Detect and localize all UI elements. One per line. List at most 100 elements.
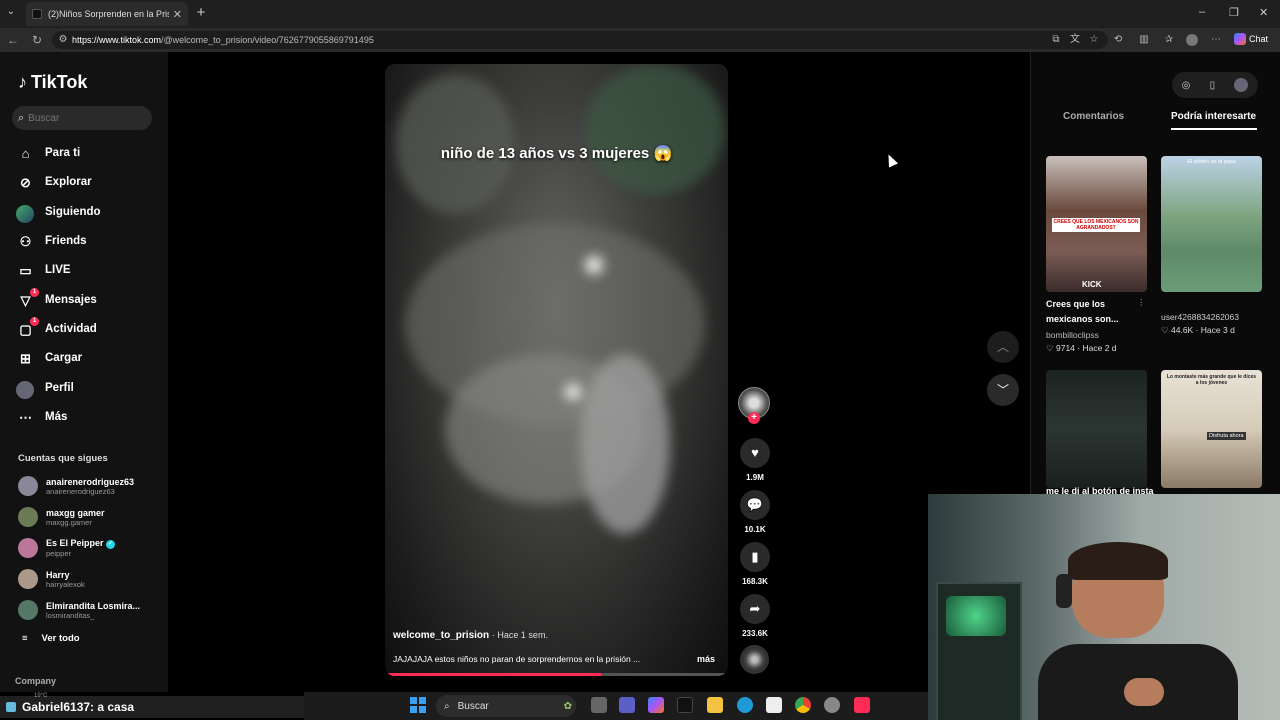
tab-actions-icon[interactable]: ⌄	[4, 6, 18, 20]
nav-cargar[interactable]: ⊞ Cargar	[18, 347, 82, 369]
autoscroll-icon[interactable]: ◎	[1182, 80, 1191, 91]
following-section-title: Cuentas que sigues	[18, 453, 108, 464]
video-progress-fill	[385, 673, 602, 676]
save-button[interactable]: ▮ 168.3K	[739, 542, 771, 586]
refresh-icon[interactable]: ↻	[30, 33, 44, 47]
bookmark-icon: ▮	[740, 542, 770, 572]
tab-title: (2)Niños Sorprenden en la Prisión	[48, 9, 169, 19]
store-icon[interactable]	[766, 697, 782, 713]
close-tab-icon[interactable]: ✕	[173, 8, 182, 21]
panel-toolbar: ◎ ▯	[1172, 72, 1258, 98]
like-button[interactable]: ♥ 1.9M	[739, 438, 771, 482]
video-overlay-caption: niño de 13 años vs 3 mujeres 😱	[440, 145, 673, 162]
home-icon: ⌂	[21, 145, 30, 161]
follow-plus-icon[interactable]: +	[748, 412, 760, 424]
comment-button[interactable]: 💬 10.1K	[739, 490, 771, 534]
share-button[interactable]: ➦ 233.6K	[739, 594, 771, 638]
nav-live[interactable]: ▭ LIVE	[18, 259, 70, 281]
profile-avatar-icon[interactable]	[1186, 34, 1198, 46]
suggested-video-thumbnail[interactable]	[1046, 370, 1147, 488]
back-icon[interactable]: ←	[6, 33, 20, 47]
more-text-button[interactable]: más	[697, 654, 715, 664]
chat-user-icon	[6, 702, 16, 712]
following-account[interactable]: Elmirandita Losmira... losmiranditas_	[18, 598, 140, 622]
tiktok-logo[interactable]: ♪ TikTok	[18, 72, 87, 93]
file-explorer-icon[interactable]	[707, 697, 723, 713]
suggested-video-author[interactable]: bombilloclipss	[1046, 330, 1099, 340]
suggested-video-thumbnail[interactable]: CREES QUE LOS MEXICANOS SON AGRANDADOS? …	[1046, 156, 1147, 292]
copilot-app-icon[interactable]	[648, 697, 664, 713]
new-tab-button[interactable]: +	[194, 5, 208, 21]
site-info-icon[interactable]: ⚙	[57, 34, 69, 46]
tiktok-live-icon[interactable]	[854, 697, 870, 713]
chrome-icon[interactable]	[795, 697, 811, 713]
nav-mas[interactable]: ⋯ Más	[18, 406, 67, 428]
favorite-star-icon[interactable]: ☆	[1088, 34, 1100, 46]
search-box[interactable]: ⌕	[12, 106, 152, 130]
video-player[interactable]: niño de 13 años vs 3 mujeres 😱 welcome_t…	[385, 64, 728, 676]
company-link[interactable]: Company	[15, 676, 56, 686]
tiktok-app-icon[interactable]	[677, 697, 693, 713]
pc-fan-lights	[946, 596, 1006, 636]
edge-icon[interactable]	[737, 697, 753, 713]
translate-icon[interactable]: 文	[1069, 34, 1081, 46]
search-icon: ⌕	[444, 700, 450, 712]
friends-icon: ⚇	[19, 233, 32, 249]
settings-app-icon[interactable]	[824, 697, 840, 713]
suggested-video-thumbnail[interactable]: Lo montaste más grande que le dices a lo…	[1161, 370, 1262, 488]
music-disc-icon[interactable]	[740, 645, 769, 674]
open-in-app-icon[interactable]: ⧉	[1050, 34, 1062, 46]
previous-video-button[interactable]: ︿	[987, 331, 1019, 363]
nav-para-ti[interactable]: ⌂ Para ti	[18, 142, 81, 164]
following-account[interactable]: Harry harryalexok	[18, 567, 85, 591]
video-options-icon[interactable]: ⋮	[1137, 297, 1146, 308]
following-account[interactable]: anairenerodriguez63 anairenerodriguez63	[18, 474, 134, 498]
panel-avatar-icon[interactable]	[1234, 78, 1249, 92]
maximize-icon[interactable]: ❐	[1229, 6, 1239, 19]
minimize-icon[interactable]: –	[1199, 6, 1205, 18]
teams-icon[interactable]	[619, 697, 635, 713]
see-all-following-button[interactable]: ≡ Ver todo	[22, 633, 80, 644]
suggested-video-thumbnail[interactable]: El arbitro se la pasa	[1161, 156, 1262, 292]
video-progress-bar[interactable]	[385, 673, 728, 676]
more-menu-icon[interactable]: ⋯	[1210, 34, 1222, 46]
url-text[interactable]: https://www.tiktok.com/@welcome_to_prisi…	[72, 35, 374, 45]
extensions-icon[interactable]: ⟲	[1112, 34, 1124, 46]
nav-actividad[interactable]: ▢ 1 Actividad	[18, 316, 97, 340]
following-account[interactable]: Es El Peipper ✓ peipper	[18, 536, 116, 560]
browser-tab[interactable]: (2)Niños Sorprenden en la Prisión ✕	[26, 2, 188, 26]
following-avatar-icon	[16, 204, 34, 223]
tab-comentarios[interactable]: Comentarios	[1063, 111, 1124, 122]
following-account[interactable]: maxgg gamer maxgg.gamer	[18, 505, 105, 529]
copilot-chat-button[interactable]: Chat	[1234, 33, 1268, 45]
nav-explorar[interactable]: ⊘ Explorar	[18, 171, 92, 193]
suggested-video-title[interactable]: Crees que los mexicanos son...	[1046, 297, 1119, 327]
task-view-icon[interactable]	[591, 697, 607, 713]
copilot-icon	[1234, 33, 1246, 45]
taskbar-search[interactable]: ⌕ Buscar ✿	[436, 695, 576, 717]
nav-perfil[interactable]: Perfil	[16, 377, 74, 399]
favorites-icon[interactable]: ✰	[1163, 34, 1175, 46]
search-input[interactable]	[28, 112, 139, 124]
suggested-video-author[interactable]: user4268834262063	[1161, 312, 1239, 322]
avatar	[18, 476, 38, 496]
close-window-icon[interactable]: ✕	[1259, 6, 1268, 19]
next-video-button[interactable]: ﹀	[987, 374, 1019, 406]
heart-icon: ♥	[740, 438, 770, 468]
nav-friends[interactable]: ⚇ Friends	[18, 230, 87, 252]
nav-siguiendo[interactable]: Siguiendo	[16, 201, 101, 223]
streamer-hands	[1124, 678, 1164, 706]
streamer-hair	[1068, 542, 1168, 580]
device-icon[interactable]: ▯	[1210, 80, 1216, 91]
tiktok-note-icon: ♪	[18, 72, 27, 92]
message-badge: 1	[30, 287, 39, 297]
comment-icon: 💬	[740, 490, 770, 520]
windows-start-icon[interactable]	[410, 697, 426, 713]
headphone-icon	[1056, 574, 1072, 608]
video-author[interactable]: welcome_to_prision · Hace 1 sem.	[393, 630, 548, 641]
mouse-cursor-icon	[883, 152, 899, 168]
tab-podria-interesarte[interactable]: Podría interesarte	[1171, 111, 1256, 122]
avatar	[18, 569, 38, 589]
nav-mensajes[interactable]: ▽ 1 Mensajes	[18, 287, 97, 311]
split-screen-icon[interactable]: ▥	[1138, 34, 1150, 46]
